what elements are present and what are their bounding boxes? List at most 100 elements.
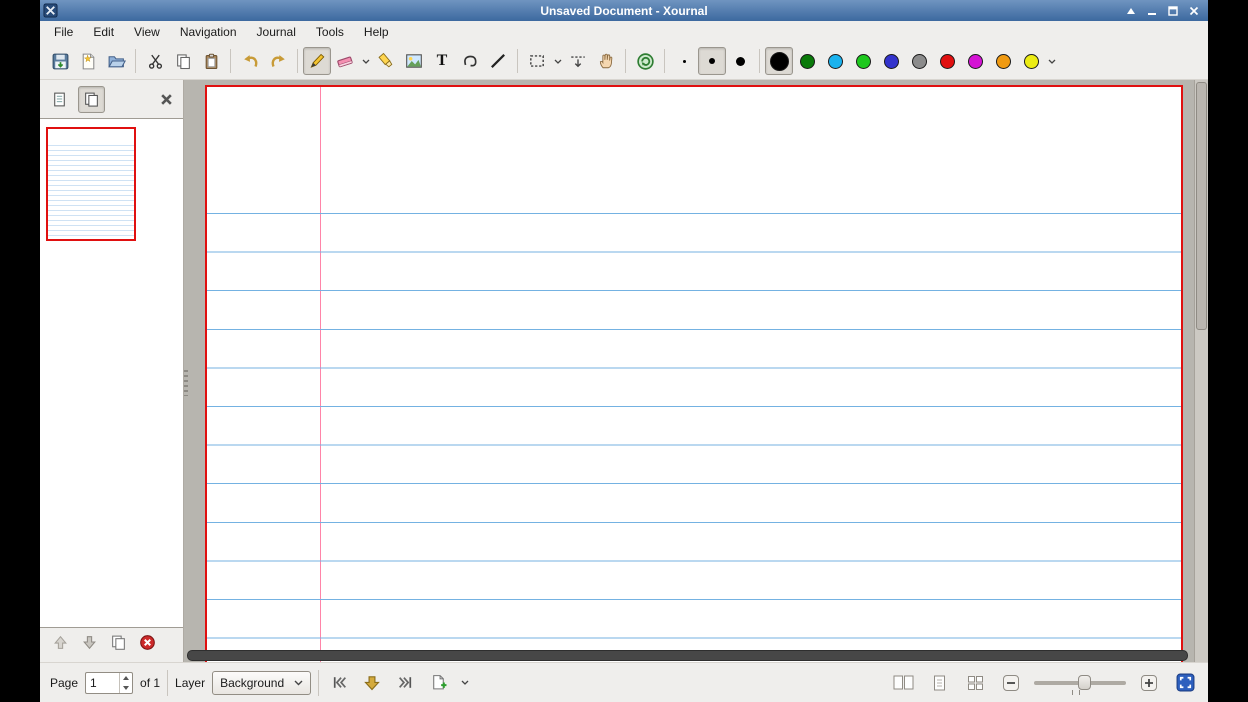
spinner-down-button[interactable] (120, 683, 132, 693)
pane-resize-handle[interactable] (184, 370, 188, 396)
last-page-button[interactable] (392, 670, 418, 696)
page-total-label: of 1 (140, 676, 160, 690)
page-sidebar (40, 80, 184, 662)
vertical-space-icon (569, 52, 587, 70)
menu-edit[interactable]: Edit (83, 22, 124, 42)
delete-page-button[interactable] (139, 634, 156, 656)
color-light-blue-button[interactable] (821, 47, 849, 75)
toolbar-separator (664, 49, 665, 73)
undo-button[interactable] (236, 47, 264, 75)
zoom-in-button[interactable] (1136, 670, 1162, 696)
image-tool-button[interactable] (400, 47, 428, 75)
move-page-down-button[interactable] (81, 634, 98, 656)
default-pen-button[interactable] (631, 47, 659, 75)
color-orange-swatch (996, 54, 1011, 69)
title-bar[interactable]: Unsaved Document - Xournal (40, 0, 1208, 21)
menu-tools[interactable]: Tools (306, 22, 354, 42)
color-gray-button[interactable] (905, 47, 933, 75)
copy-page-button[interactable] (110, 634, 127, 656)
pen-size-thick-button[interactable] (726, 47, 754, 75)
multi-page-view-button[interactable] (962, 670, 988, 696)
cut-icon (147, 53, 164, 70)
toolbar-separator (297, 49, 298, 73)
maximize-button[interactable] (1167, 5, 1179, 17)
menu-view[interactable]: View (124, 22, 170, 42)
ruler-tool-button[interactable] (484, 47, 512, 75)
color-dark-green-button[interactable] (793, 47, 821, 75)
notebook-page[interactable] (205, 85, 1183, 662)
vertical-scrollbar[interactable] (1194, 80, 1208, 662)
text-tool-button[interactable]: T (428, 47, 456, 75)
save-button[interactable] (46, 47, 74, 75)
statusbar-separator (318, 670, 319, 696)
layer-combobox-value: Background (220, 676, 284, 690)
redo-button[interactable] (264, 47, 292, 75)
menu-help[interactable]: Help (354, 22, 399, 42)
cut-button[interactable] (141, 47, 169, 75)
eraser-options-chevron[interactable] (359, 48, 372, 74)
ruler-icon (489, 52, 507, 70)
color-black-button[interactable] (765, 47, 793, 75)
arrow-down-icon (81, 634, 98, 651)
pen-size-medium-button[interactable] (698, 47, 726, 75)
color-blue-button[interactable] (877, 47, 905, 75)
fullscreen-button[interactable] (1172, 670, 1198, 696)
color-green-swatch (856, 54, 871, 69)
shade-icon (1126, 7, 1136, 15)
vertical-scrollbar-thumb[interactable] (1196, 82, 1207, 330)
layer-label: Layer (175, 676, 205, 690)
hand-tool-button[interactable] (592, 47, 620, 75)
single-page-view-button[interactable] (926, 670, 952, 696)
page-number-spinner[interactable]: 1 (85, 672, 133, 694)
eraser-tool-button[interactable] (331, 47, 359, 75)
page-thumbnail-panel[interactable] (40, 118, 183, 628)
minimize-button[interactable] (1146, 5, 1158, 17)
layer-combobox[interactable]: Background (212, 671, 311, 695)
color-green-button[interactable] (849, 47, 877, 75)
pen-size-fine-button[interactable] (670, 47, 698, 75)
layers-tab-button[interactable] (78, 86, 105, 113)
page-list-tab-button[interactable] (46, 86, 73, 113)
highlighter-tool-button[interactable] (372, 47, 400, 75)
color-options-chevron[interactable] (1045, 48, 1058, 74)
paste-button[interactable] (197, 47, 225, 75)
shape-recognizer-button[interactable] (456, 47, 484, 75)
add-page-button[interactable] (425, 670, 451, 696)
close-sidebar-button[interactable] (155, 88, 177, 110)
two-page-view-button[interactable] (890, 670, 916, 696)
horizontal-scrollbar[interactable] (187, 650, 1188, 661)
select-options-chevron[interactable] (551, 48, 564, 74)
next-page-button[interactable] (359, 670, 385, 696)
color-yellow-button[interactable] (1017, 47, 1045, 75)
zoom-out-button[interactable] (998, 670, 1024, 696)
close-button[interactable] (1188, 5, 1200, 17)
color-red-button[interactable] (933, 47, 961, 75)
window-title: Unsaved Document - Xournal (40, 4, 1208, 18)
pen-tool-button[interactable] (303, 47, 331, 75)
copy-button[interactable] (169, 47, 197, 75)
color-yellow-swatch (1024, 54, 1039, 69)
shade-button[interactable] (1125, 5, 1137, 17)
color-orange-button[interactable] (989, 47, 1017, 75)
shape-recognizer-icon (461, 52, 479, 70)
zoom-slider-thumb[interactable] (1078, 675, 1091, 690)
move-page-up-button[interactable] (52, 634, 69, 656)
spinner-up-button[interactable] (120, 673, 132, 683)
open-button[interactable] (102, 47, 130, 75)
drawing-area[interactable] (184, 80, 1194, 662)
color-magenta-button[interactable] (961, 47, 989, 75)
new-document-icon (79, 52, 98, 71)
page-1-thumbnail[interactable] (46, 127, 136, 241)
menu-navigation[interactable]: Navigation (170, 22, 247, 42)
add-page-options-chevron[interactable] (458, 670, 471, 696)
vertical-space-button[interactable] (564, 47, 592, 75)
statusbar-separator (167, 670, 168, 696)
zoom-slider[interactable] (1034, 672, 1126, 694)
first-page-button[interactable] (326, 670, 352, 696)
new-document-button[interactable] (74, 47, 102, 75)
select-rectangle-button[interactable] (523, 47, 551, 75)
menu-journal[interactable]: Journal (247, 22, 306, 42)
page-number-value[interactable]: 1 (86, 673, 119, 693)
menu-file[interactable]: File (44, 22, 83, 42)
color-magenta-swatch (968, 54, 983, 69)
